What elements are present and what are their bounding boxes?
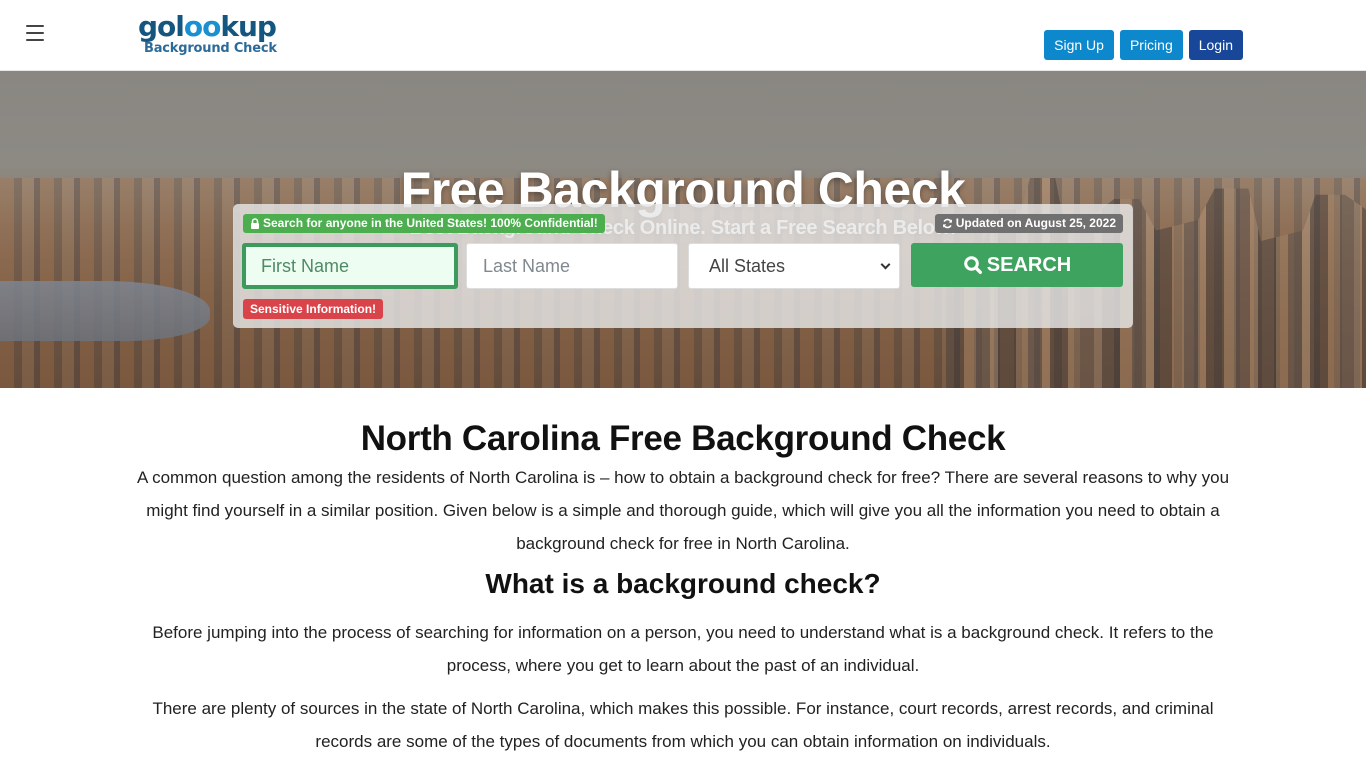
logo-part-2: oo: [183, 10, 221, 43]
sign-up-button[interactable]: Sign Up: [1044, 30, 1114, 60]
section-heading: What is a background check?: [485, 568, 881, 599]
pricing-button[interactable]: Pricing: [1119, 30, 1183, 60]
state-select-value: All States: [709, 255, 786, 276]
site-header: golookup Background Check Sign Up Pricin…: [0, 0, 1366, 71]
state-select[interactable]: All States: [688, 243, 900, 289]
updated-badge: Updated on August 25, 2022: [934, 214, 1123, 233]
login-button[interactable]: Login: [1188, 30, 1243, 60]
hamburger-menu-icon[interactable]: [26, 25, 44, 41]
nav-buttons: Sign Up Pricing Login: [1044, 30, 1243, 60]
logo-tagline: Background Check: [144, 41, 277, 56]
sensitive-info-badge: Sensitive Information!: [243, 299, 384, 319]
updated-badge-text: Updated on August 25, 2022: [955, 216, 1116, 230]
page-heading: North Carolina Free Background Check: [360, 419, 1006, 458]
body-paragraph: There are plenty of sources in the state…: [152, 699, 1214, 751]
search-form: Search for anyone in the United States! …: [233, 204, 1133, 328]
golookup-logo[interactable]: golookup Background Check: [138, 12, 277, 56]
intro-paragraph: A common question among the residents of…: [136, 468, 1230, 553]
logo-part-3: kup: [220, 10, 277, 43]
first-name-input[interactable]: [242, 243, 458, 289]
body-paragraph: Before jumping into the process of searc…: [152, 623, 1214, 675]
logo-part-1: gol: [138, 10, 185, 43]
search-icon: [963, 256, 982, 274]
hero-river-background: [0, 281, 210, 341]
chevron-down-icon: [880, 259, 891, 270]
refresh-icon: [942, 218, 952, 229]
main-content: North Carolina Free Background Check A c…: [133, 418, 1233, 758]
lock-icon: [251, 218, 259, 229]
logo-wordmark: golookup: [138, 12, 277, 42]
confidential-badge-text: Search for anyone in the United States! …: [263, 216, 598, 230]
last-name-input[interactable]: [466, 243, 678, 289]
search-button-label: SEARCH: [986, 253, 1072, 276]
confidential-badge: Search for anyone in the United States! …: [243, 214, 605, 233]
search-button[interactable]: SEARCH: [911, 243, 1123, 287]
hero-section: Free Background Check Best Background Ch…: [0, 71, 1366, 388]
